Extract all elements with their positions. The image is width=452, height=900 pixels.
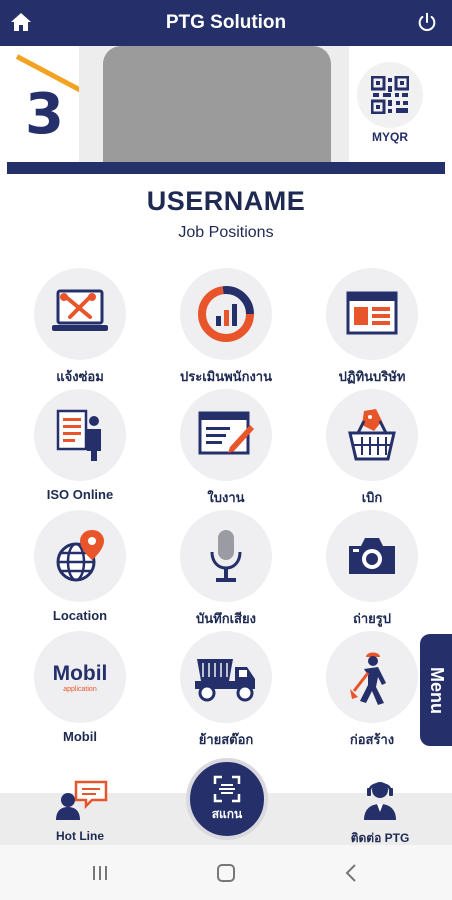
username: USERNAME (146, 186, 306, 216)
contact-ptg-button[interactable]: ติดต่อ PTG (340, 776, 420, 848)
home-nav-icon[interactable] (214, 861, 238, 885)
grid-item-location[interactable]: Location (20, 510, 140, 623)
grid-label: แจ้งซ่อม (56, 369, 104, 384)
requisition-basket-icon (348, 409, 396, 461)
my-qr-label[interactable]: MYQR (357, 130, 423, 144)
grid-label: Mobil (63, 729, 97, 744)
dump-truck-icon (195, 659, 255, 702)
calendar-icon (346, 291, 398, 335)
grid-label: ถ่ายรูป (352, 611, 392, 626)
grid-item-evaluation[interactable]: ประเมินพนักงาน (166, 268, 286, 387)
grid-item-construction[interactable]: ก่อสร้าง (312, 631, 432, 750)
back-icon[interactable] (340, 861, 364, 885)
microphone-icon (210, 530, 242, 582)
grid-item-repair[interactable]: แจ้งซ่อม (20, 268, 140, 387)
system-nav-bar (0, 845, 452, 900)
profile-banner: 3 MYQR (7, 46, 445, 174)
location-globe-icon (56, 530, 104, 582)
side-menu-label: Menu (426, 666, 447, 714)
grid-label: ปฏิทินบริษัท (338, 369, 406, 384)
grid-label: ISO Online (46, 487, 114, 502)
grid-item-requisition[interactable]: เบิก (312, 389, 432, 508)
camera-icon (349, 538, 395, 574)
mobil-logo: Mobil application (34, 631, 126, 723)
employee-number-card: 3 (7, 46, 79, 162)
repair-laptop-icon (52, 289, 108, 331)
work-order-icon (198, 411, 254, 455)
profile-photo[interactable] (103, 46, 331, 162)
hotline-chat-icon (56, 780, 108, 820)
grid-label: ก่อสร้าง (349, 732, 395, 747)
app-bar: PTG Solution (0, 0, 452, 46)
mobil-logo-subtext: application (63, 685, 97, 693)
mobil-logo-text: Mobil (52, 661, 108, 685)
evaluation-chart-icon (198, 286, 254, 342)
recent-apps-icon[interactable] (88, 861, 112, 885)
side-menu-tab[interactable]: Menu (420, 634, 452, 746)
scan-button[interactable]: สแกน (186, 758, 268, 840)
support-agent-icon (364, 782, 396, 820)
job-positions: Job Positions (178, 224, 274, 241)
grid-label: Location (52, 608, 108, 623)
hotline-button[interactable]: Hot Line (40, 780, 120, 843)
hotline-label: Hot Line (56, 829, 104, 843)
grid-item-work-order[interactable]: ใบงาน (166, 389, 286, 508)
grid-label: บันทึกเสียง (196, 611, 256, 626)
grid-item-calendar[interactable]: ปฏิทินบริษัท (312, 268, 432, 387)
iso-document-icon (56, 409, 101, 461)
construction-worker-icon (350, 652, 386, 705)
app-title: PTG Solution (165, 12, 287, 33)
grid-label: ประเมินพนักงาน (180, 369, 272, 384)
scan-icon (213, 775, 241, 802)
grid-item-mobil[interactable]: Mobil application Mobil (20, 631, 140, 744)
banner-underline (7, 162, 445, 174)
grid-label: ย้ายสต๊อก (198, 732, 254, 747)
grid-label: ใบงาน (207, 490, 245, 505)
grid-item-voice-record[interactable]: บันทึกเสียง (166, 510, 286, 629)
grid-item-iso[interactable]: ISO Online (20, 389, 140, 502)
home-icon[interactable] (9, 10, 33, 34)
scan-label: สแกน (211, 806, 243, 821)
grid-item-camera[interactable]: ถ่ายรูป (312, 510, 432, 629)
qr-code-icon (371, 76, 409, 114)
employee-number: 3 (25, 82, 64, 147)
power-icon[interactable] (416, 11, 438, 33)
grid-label: เบิก (361, 490, 383, 505)
my-qr-button[interactable] (357, 62, 423, 128)
grid-item-move-stock[interactable]: ย้ายสต๊อก (166, 631, 286, 750)
